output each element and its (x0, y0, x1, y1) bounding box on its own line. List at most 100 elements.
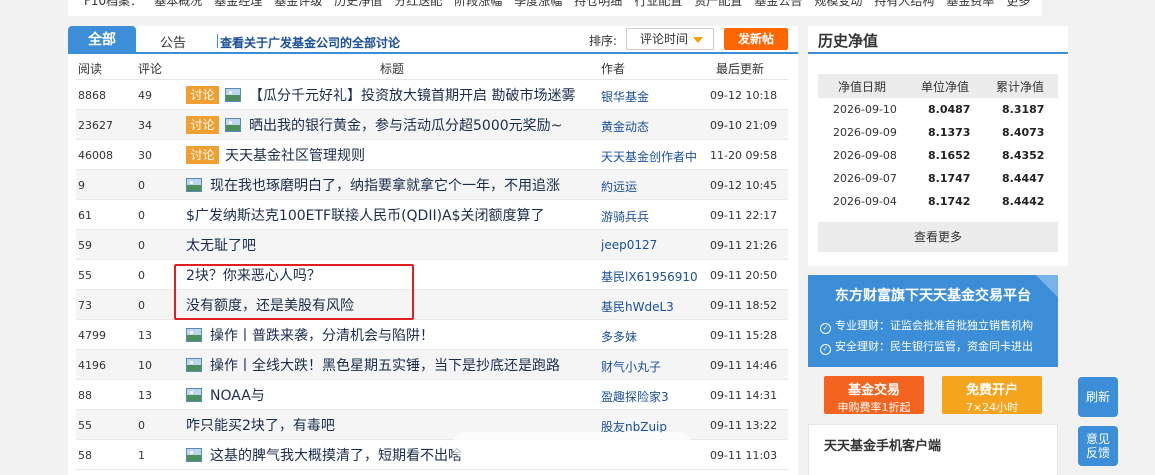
post-author-link[interactable]: 银华基金 (601, 88, 701, 105)
f10-nav-item[interactable]: 季度涨幅 (514, 0, 562, 8)
open-account-sub: 7×24小时 (965, 401, 1019, 414)
history-nav-row: 2026-09-04 8.1742 8.4442 (818, 190, 1058, 213)
table-row: 8868 49 讨论 【瓜分千元好礼】投资放大镜首期开启 勘破市场迷雾 银华基金 09-1… (76, 80, 788, 110)
post-title-text: 太无耻了吧 (186, 238, 256, 254)
unit-nav: 8.1747 (928, 172, 971, 185)
banner-title: 东方财富旗下天天基金交易平台 (835, 288, 1031, 304)
mobile-app-title: 天天基金手机客户端 (824, 439, 942, 454)
f10-nav-item[interactable]: 持有人结构 (874, 0, 934, 8)
table-row: 61 0 $广发纳斯达克100ETF联接人民币(QDII)A$关闭额度算了 游骑兵兵 0… (76, 200, 788, 230)
tab-notice[interactable]: 公告 (160, 32, 186, 51)
open-account-button[interactable]: 免费开户 7×24小时 (942, 376, 1042, 414)
open-account-label: 免费开户 (965, 383, 1018, 398)
sort-label: 排序: (589, 34, 618, 48)
post-title-link[interactable]: 讨论 天天基金社区管理规则 (186, 145, 602, 165)
history-nav-title: 历史净值 (818, 32, 879, 50)
table-row: 4799 13 操作丨普跌来袭，分清机会与陷阱！ 多多妹 09-11 15:28 (76, 320, 788, 350)
post-title-link[interactable]: 讨论 【瓜分千元好礼】投资放大镜首期开启 勘破市场迷雾 (186, 85, 602, 105)
history-nav-row: 2026-09-10 8.0487 8.3187 (818, 98, 1058, 121)
header-read: 阅读 (78, 62, 103, 76)
post-updated-time: 09-12 10:18 (710, 89, 778, 102)
post-updated-time: 09-11 14:46 (710, 359, 778, 372)
view-all-discussion-link[interactable]: 查看关于广发基金公司的全部讨论 (220, 34, 400, 51)
post-author-link[interactable]: 盈趣探险家3 (601, 388, 701, 405)
f10-nav-item[interactable]: 基本概况 (154, 0, 202, 8)
post-title-link[interactable]: 太无耻了吧 (186, 235, 602, 255)
unit-nav: 8.1373 (928, 126, 971, 139)
post-title-text: 操作丨全线大跌！黑色星期五实锤，当下是抄底还是跑路 (210, 358, 560, 374)
fund-trade-button[interactable]: 基金交易 申购费率1折起 (824, 376, 924, 414)
feedback-button[interactable]: 意见反馈 (1078, 426, 1118, 466)
fund-trade-sub: 申购费率1折起 (837, 401, 911, 414)
nav-date: 2026-09-10 (833, 103, 897, 116)
post-author-link[interactable]: 游骑兵兵 (601, 208, 701, 225)
unit-nav: 8.1652 (928, 149, 971, 162)
f10-nav-item[interactable]: 更多 (1006, 0, 1030, 8)
post-updated-time: 09-11 18:52 (710, 299, 778, 312)
f10-nav-strip: F10档案： 基本概况 基金经理 基金评级 历史净值 分红送配 阶段涨幅 季度涨幅 持仓明细 行业… (68, 0, 1042, 16)
post-author-link[interactable]: 基民lX61956910 (601, 268, 701, 285)
post-title-link[interactable]: $广发纳斯达克100ETF联接人民币(QDII)A$关闭额度算了 (186, 205, 602, 225)
f10-nav-item[interactable]: 分红送配 (394, 0, 442, 8)
view-more-button[interactable]: 查看更多 (818, 222, 1058, 252)
accumulated-nav: 8.4352 (1002, 149, 1045, 162)
post-title-link[interactable]: 操作丨普跌来袭，分清机会与陷阱！ (186, 325, 602, 345)
f10-nav-item[interactable]: 持仓明细 (574, 0, 622, 8)
f10-nav-item[interactable]: 基金评级 (274, 0, 322, 8)
nav-date: 2026-09-09 (833, 126, 897, 139)
post-author-link[interactable]: 約远运 (601, 178, 701, 195)
watermark-overlay (452, 432, 692, 458)
comment-count: 30 (138, 149, 152, 162)
post-author-link[interactable]: 天天基金创作者中 (601, 148, 701, 165)
post-updated-time: 09-11 15:28 (710, 329, 778, 342)
f10-nav-item[interactable]: 基金费率 (946, 0, 994, 8)
comment-count: 0 (138, 239, 145, 252)
post-author-link[interactable]: jeep0127 (601, 238, 701, 252)
history-nav-panel: 历史净值 净值日期 单位净值 累计净值 2026-09-10 8.0487 8.31… (808, 26, 1068, 266)
read-count: 73 (78, 299, 92, 312)
comment-count: 0 (138, 299, 145, 312)
history-header-date: 净值日期 (838, 80, 887, 94)
comment-count: 34 (138, 119, 152, 132)
comment-count: 0 (138, 419, 145, 432)
f10-nav-item[interactable]: 阶段涨幅 (454, 0, 502, 8)
f10-nav-item[interactable]: 基金公告 (754, 0, 802, 8)
new-post-button[interactable]: 发新帖 (724, 28, 788, 50)
post-title-link[interactable]: 操作丨全线大跌！黑色星期五实锤，当下是抄底还是跑路 (186, 355, 602, 375)
f10-nav-label: F10档案： (84, 0, 143, 8)
post-title-text: 天天基金社区管理规则 (225, 148, 365, 164)
read-count: 4799 (78, 329, 106, 342)
comment-count: 1 (138, 449, 145, 462)
sort-select[interactable]: 评论时间 (626, 28, 714, 50)
tab-all[interactable]: 全部 (68, 26, 136, 54)
history-header-unit: 单位净值 (921, 80, 970, 94)
f10-nav-item[interactable]: 历史净值 (334, 0, 382, 8)
tab-bar: 全部 公告 查看关于广发基金公司的全部讨论 排序: 评论时间 发新帖 (68, 26, 798, 54)
read-count: 4196 (78, 359, 106, 372)
table-row: 4196 10 操作丨全线大跌！黑色星期五实锤，当下是抄底还是跑路 财气小丸子 09-1… (76, 350, 788, 380)
banner-line-safe: ✓ 安全理财：民生银行监管，资金同卡进出 (820, 338, 1033, 355)
f10-nav-item[interactable]: 资产配置 (694, 0, 742, 8)
post-author-link[interactable]: 黄金动态 (601, 118, 701, 135)
discussion-badge: 讨论 (186, 116, 219, 134)
post-title-link[interactable]: 讨论 晒出我的银行黄金，参与活动瓜分超5000元奖励~ (186, 115, 602, 135)
f10-nav-item[interactable]: 规模变动 (814, 0, 862, 8)
table-row: 59 0 太无耻了吧 jeep0127 09-11 21:26 (76, 230, 788, 260)
post-author-link[interactable]: 财气小丸子 (601, 358, 701, 375)
post-author-link[interactable]: 多多妹 (601, 328, 701, 345)
refresh-button[interactable]: 刷新 (1078, 377, 1118, 417)
post-title-text: NOAA与 (210, 388, 265, 404)
fund-trade-label: 基金交易 (847, 383, 900, 398)
post-author-link[interactable]: 基民hWdeL3 (601, 298, 701, 315)
f10-nav-item[interactable]: 行业配置 (634, 0, 682, 8)
f10-nav-item[interactable]: 基金经理 (214, 0, 262, 8)
accumulated-nav: 8.4442 (1002, 195, 1045, 208)
trading-platform-banner[interactable]: 东方财富旗下天天基金交易平台 ✓ 专业理财：证监会批准首批独立销售机构 ✓ 安全理财… (808, 275, 1058, 367)
read-count: 59 (78, 239, 92, 252)
unit-nav: 8.1742 (928, 195, 971, 208)
post-title-link[interactable]: NOAA与 (186, 385, 602, 405)
check-circle-icon: ✓ (820, 344, 831, 355)
history-nav-row: 2026-09-08 8.1652 8.4352 (818, 144, 1058, 167)
post-title-link[interactable]: 现在我也琢磨明白了，纳指要拿就拿它个一年，不用追涨 (186, 175, 602, 195)
post-updated-time: 11-20 09:58 (710, 149, 778, 162)
